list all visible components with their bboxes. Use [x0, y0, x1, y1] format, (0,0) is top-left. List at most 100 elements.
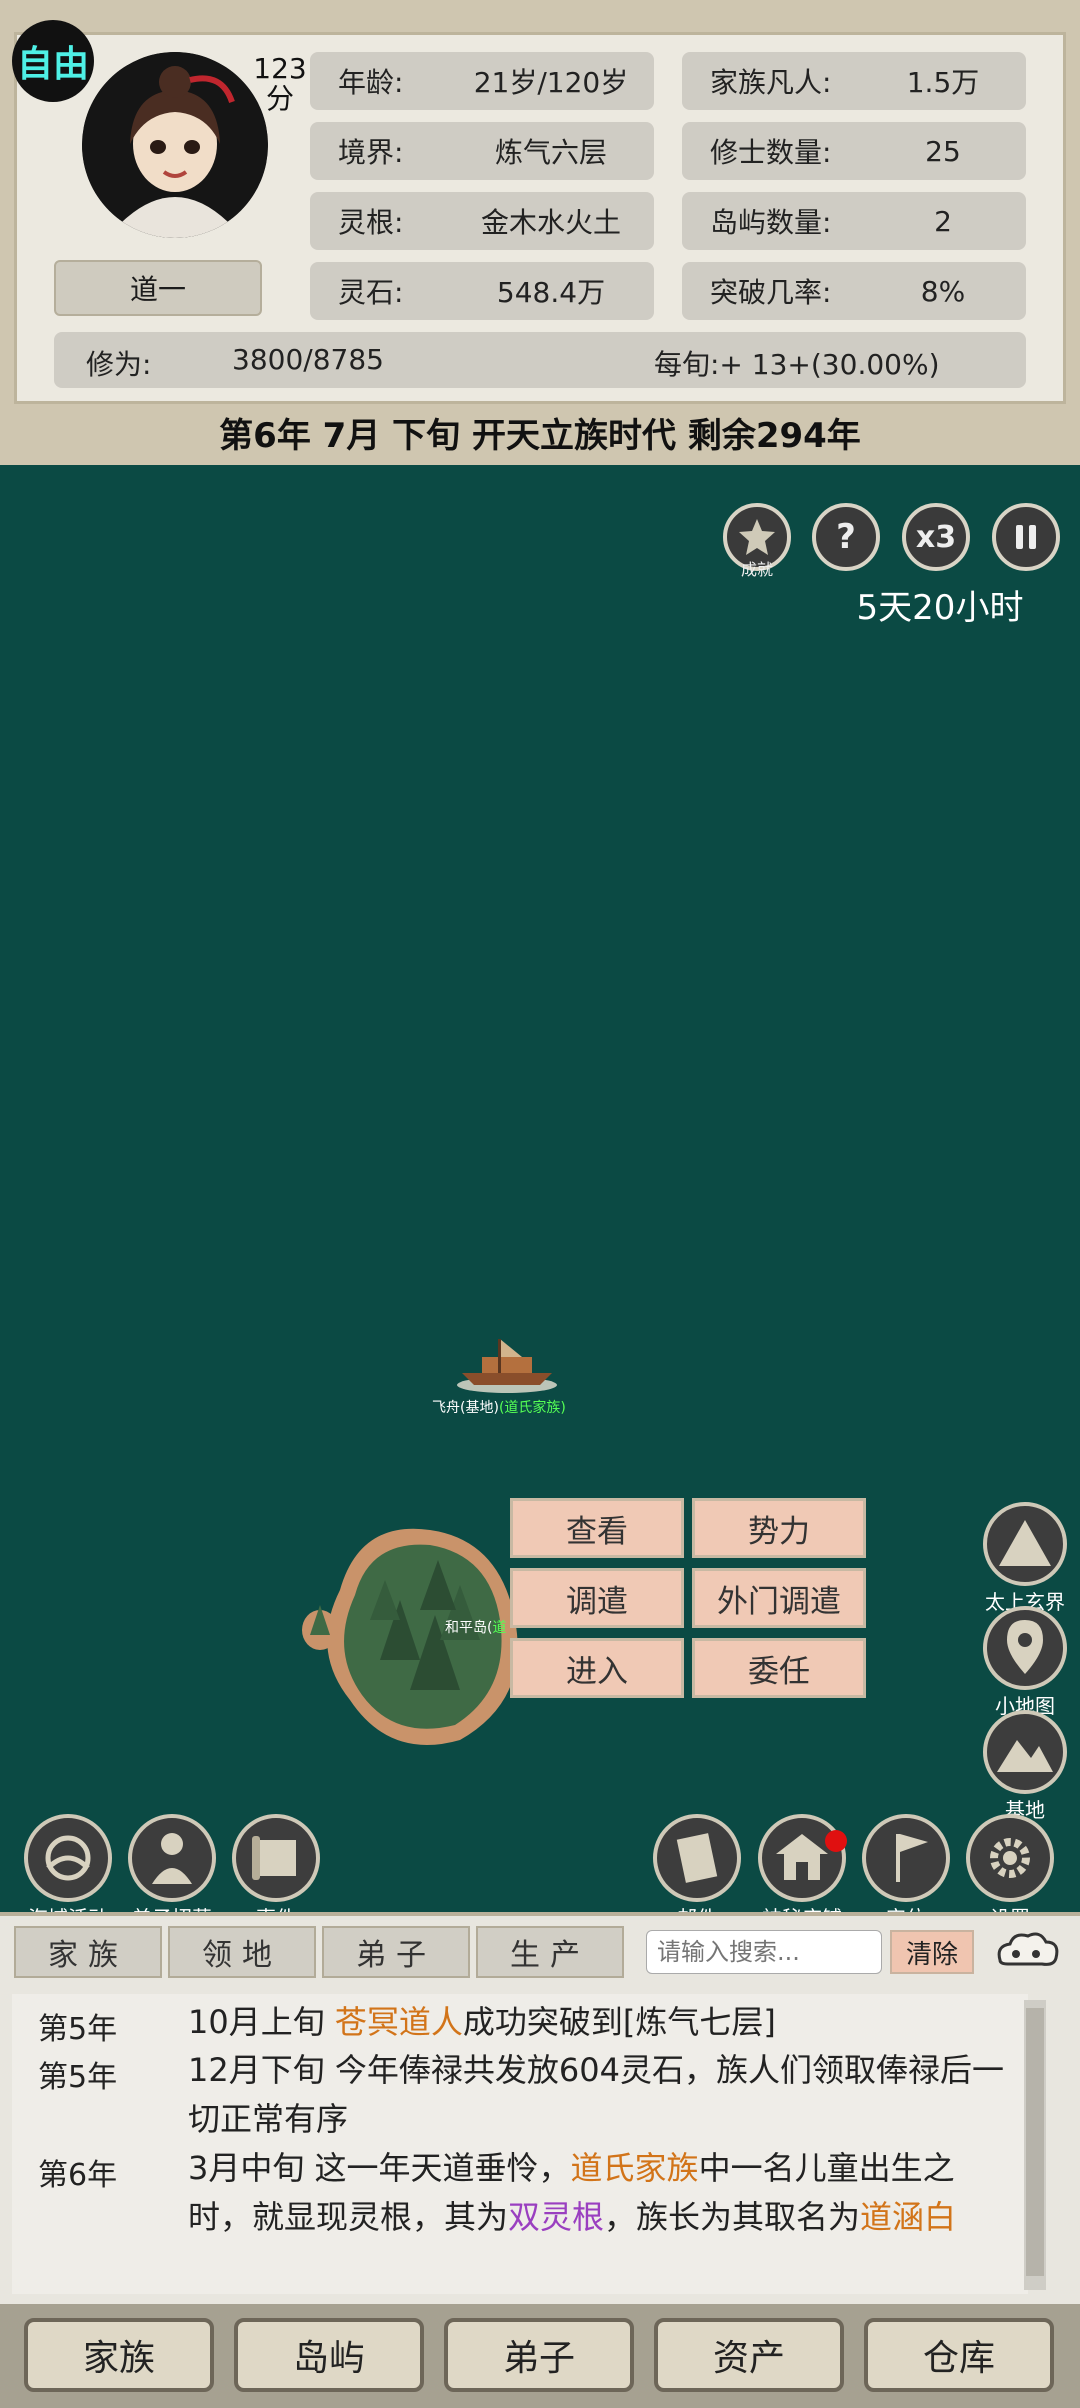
dispatch-button[interactable]: 调遣: [510, 1568, 684, 1628]
highlight-family: 道氏家族: [570, 2149, 699, 2187]
cultivation-label: 修为:: [86, 348, 152, 381]
log-entry: 12月下旬 今年俸禄共发放604灵石，族人们领取俸禄后一切正常有序: [188, 2051, 1004, 2138]
player-name-plate[interactable]: 道一: [54, 260, 262, 316]
scroll-icon: [232, 1814, 320, 1902]
mail-icon: [653, 1814, 741, 1902]
cloud-icon: [997, 1932, 1059, 1966]
stat-label: 家族凡人:: [710, 66, 832, 99]
stat-realm: 境界: 炼气六层: [310, 122, 654, 180]
log-year: 第6年: [38, 2158, 118, 2193]
appoint-button[interactable]: 委任: [692, 1638, 866, 1698]
island-label: 和平岛(道: [445, 1617, 506, 1637]
game-date-line: 第6年 7月 下旬 开天立族时代 剩余294年: [219, 415, 861, 456]
faction-button[interactable]: 势力: [692, 1498, 866, 1558]
time-remaining: 5天20小时: [856, 588, 1024, 628]
stat-label: 境界:: [338, 136, 404, 169]
stat-label: 年龄:: [338, 66, 404, 99]
help-button[interactable]: ?: [812, 503, 880, 571]
player-name: 道一: [129, 273, 186, 306]
speed-label: x3: [915, 519, 957, 555]
disciple-icon: [128, 1814, 216, 1902]
stat-label: 修士数量:: [710, 136, 832, 169]
outer-dispatch-button[interactable]: 外门调遣: [692, 1568, 866, 1628]
enter-button[interactable]: 进入: [510, 1638, 684, 1698]
score-display: 123 分: [240, 54, 320, 114]
stat-value: 1.5万: [906, 66, 980, 99]
stat-spirit-root: 灵根: 金木水火土: [310, 192, 654, 250]
stat-value: 21岁/120岁: [473, 66, 629, 99]
stat-age: 年龄: 21岁/120岁: [310, 52, 654, 110]
stat-value: 548.4万: [496, 276, 606, 309]
stat-label: 灵石:: [338, 276, 404, 309]
achievement-label: 成就: [740, 560, 773, 579]
sea-activity-icon: [24, 1814, 112, 1902]
flag-icon: [862, 1814, 950, 1902]
log-year: 第5年: [38, 2012, 118, 2047]
nav-islands[interactable]: 岛屿: [234, 2318, 424, 2392]
highlight-name: 道涵白: [860, 2198, 957, 2236]
stat-value: 炼气六层: [494, 136, 607, 169]
ship-name: 飞舟(基地): [432, 1400, 499, 1416]
island-name: 和平岛(: [445, 1620, 493, 1636]
log-entry: 3月中旬 这一年天道垂怜，道氏家族中一名儿童出生之时，就显现灵根，其为双灵根，族…: [188, 2149, 957, 2236]
notification-dot: [825, 1830, 847, 1852]
stat-label: 突破几率:: [710, 276, 832, 309]
log-panel: 家族 领地 弟子 生产 清除 第5年 10月上旬 苍冥道人成功突破到[炼气七层]…: [0, 1912, 1080, 2308]
stat-cultivators: 修士数量: 25: [682, 122, 1026, 180]
flying-boat-icon: [457, 1339, 557, 1393]
speed-button[interactable]: x3: [902, 503, 970, 571]
tab-territory[interactable]: 领地: [168, 1926, 316, 1978]
side-button-supreme-realm[interactable]: 太上玄界: [970, 1502, 1080, 1615]
stat-mortals: 家族凡人: 1.5万: [682, 52, 1026, 110]
pause-button[interactable]: [992, 503, 1060, 571]
stat-value: 25: [925, 134, 961, 168]
map-pin-icon: [983, 1606, 1067, 1690]
bottom-nav: 家族 岛屿 弟子 资产 仓库: [0, 2304, 1080, 2408]
stat-value: 8%: [920, 274, 966, 308]
log-scrollbar-thumb[interactable]: [1026, 2008, 1044, 2276]
side-button-base[interactable]: 基地: [970, 1710, 1080, 1823]
achievement-icon: [739, 519, 775, 555]
log-entry: 10月上旬 苍冥道人成功突破到[炼气七层]: [188, 2003, 776, 2041]
gear-icon: [966, 1814, 1054, 1902]
island-family: 道: [492, 1620, 507, 1636]
stat-spirit-stones: 灵石: 548.4万: [310, 262, 654, 320]
log-search-input[interactable]: [646, 1930, 882, 1974]
mountain-icon: [983, 1502, 1067, 1586]
stat-value: 金木水火土: [480, 206, 621, 239]
nav-warehouse[interactable]: 仓库: [864, 2318, 1054, 2392]
flying-boat[interactable]: [452, 1335, 562, 1395]
nav-assets[interactable]: 资产: [654, 2318, 844, 2392]
stat-value: 2: [934, 204, 952, 238]
cultivation-value: 3800/8785: [232, 343, 384, 376]
ship-family: (道氏家族): [498, 1400, 566, 1416]
tab-family[interactable]: 家族: [14, 1926, 162, 1978]
tab-disciples[interactable]: 弟子: [322, 1926, 470, 1978]
stat-islands: 岛屿数量: 2: [682, 192, 1026, 250]
pause-icon: [1016, 525, 1036, 549]
nav-disciples[interactable]: 弟子: [444, 2318, 634, 2392]
side-button-minimap[interactable]: 小地图: [970, 1606, 1080, 1719]
tab-production[interactable]: 生产: [476, 1926, 624, 1978]
flying-boat-label: 飞舟(基地)(道氏家族): [432, 1397, 566, 1417]
cultivation-bar: 修为: 3800/8785 每旬:+ 13+(30.00%): [54, 332, 1026, 388]
stat-breakthrough-rate: 突破几率: 8%: [682, 262, 1026, 320]
stat-label: 岛屿数量:: [710, 206, 832, 239]
help-icon: ?: [836, 517, 856, 557]
clear-button[interactable]: 清除: [890, 1930, 974, 1974]
highlight-name: 苍冥道人: [334, 2003, 463, 2041]
shop-icon: [758, 1814, 846, 1902]
log-list: 第5年 10月上旬 苍冥道人成功突破到[炼气七层] 第5年 12月下旬 今年俸禄…: [12, 1994, 1028, 2294]
stat-label: 灵根:: [338, 206, 404, 239]
score-value: 123: [253, 52, 307, 85]
score-unit: 分: [265, 82, 294, 115]
view-button[interactable]: 查看: [510, 1498, 684, 1558]
cloud-menu-button[interactable]: [992, 1928, 1062, 1974]
nav-family[interactable]: 家族: [24, 2318, 214, 2392]
log-year: 第5年: [38, 2060, 118, 2095]
island-context-menu: 查看 势力 调遣 外门调遣 进入 委任: [510, 1498, 872, 1704]
base-mountain-icon: [983, 1710, 1067, 1794]
per-period-gain: 每旬:+ 13+(30.00%): [654, 348, 940, 381]
free-status-badge: 自由: [12, 20, 94, 102]
highlight-root: 双灵根: [508, 2198, 605, 2236]
